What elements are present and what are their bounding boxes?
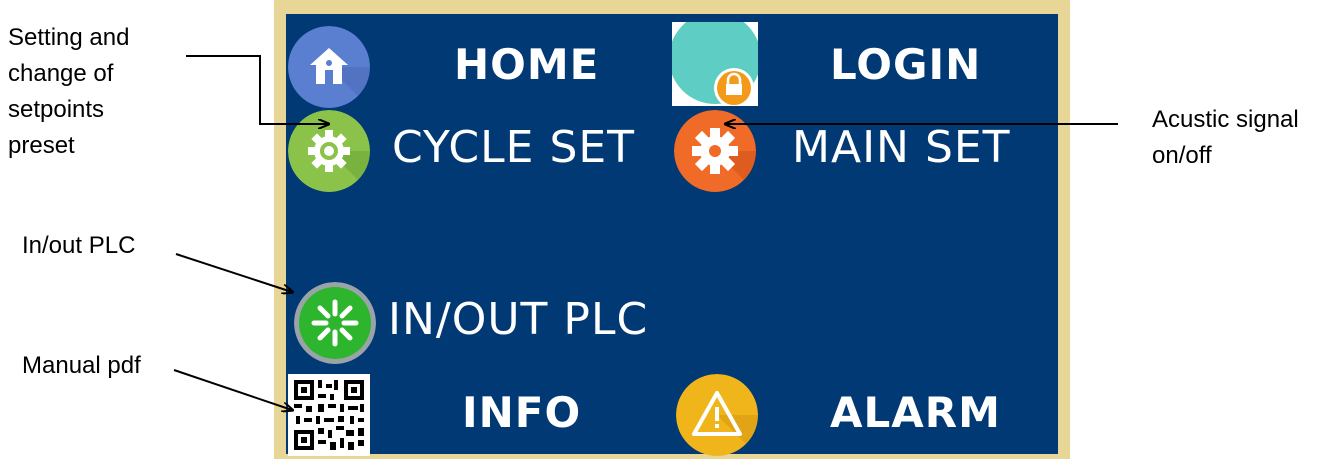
in-out-plc-button[interactable]: IN/OUT PLC — [388, 294, 648, 345]
annotation-setpoints: Setting and change of setpoints preset — [8, 24, 130, 159]
home-button[interactable]: HOME — [454, 40, 599, 89]
annotation-inout: In/out PLC — [22, 232, 136, 259]
cycle-set-button[interactable]: CYCLE SET — [392, 122, 635, 173]
annotation-acustic: Acustic signal on/off — [1152, 106, 1299, 169]
home-icon[interactable] — [288, 26, 370, 108]
annotation-manual: Manual pdf — [22, 352, 141, 379]
info-button[interactable]: INFO — [462, 388, 581, 437]
warning-icon[interactable] — [676, 374, 758, 456]
login-icon-tile[interactable] — [672, 22, 758, 106]
qr-code-icon[interactable] — [288, 374, 370, 456]
main-set-button[interactable]: MAIN SET — [792, 122, 1011, 173]
in-out-plc-icon[interactable] — [294, 282, 376, 364]
cycle-set-gear-icon[interactable] — [288, 110, 370, 192]
main-set-gear-icon[interactable] — [674, 110, 756, 192]
login-button[interactable]: LOGIN — [830, 40, 981, 89]
alarm-button[interactable]: ALARM — [830, 388, 1001, 437]
